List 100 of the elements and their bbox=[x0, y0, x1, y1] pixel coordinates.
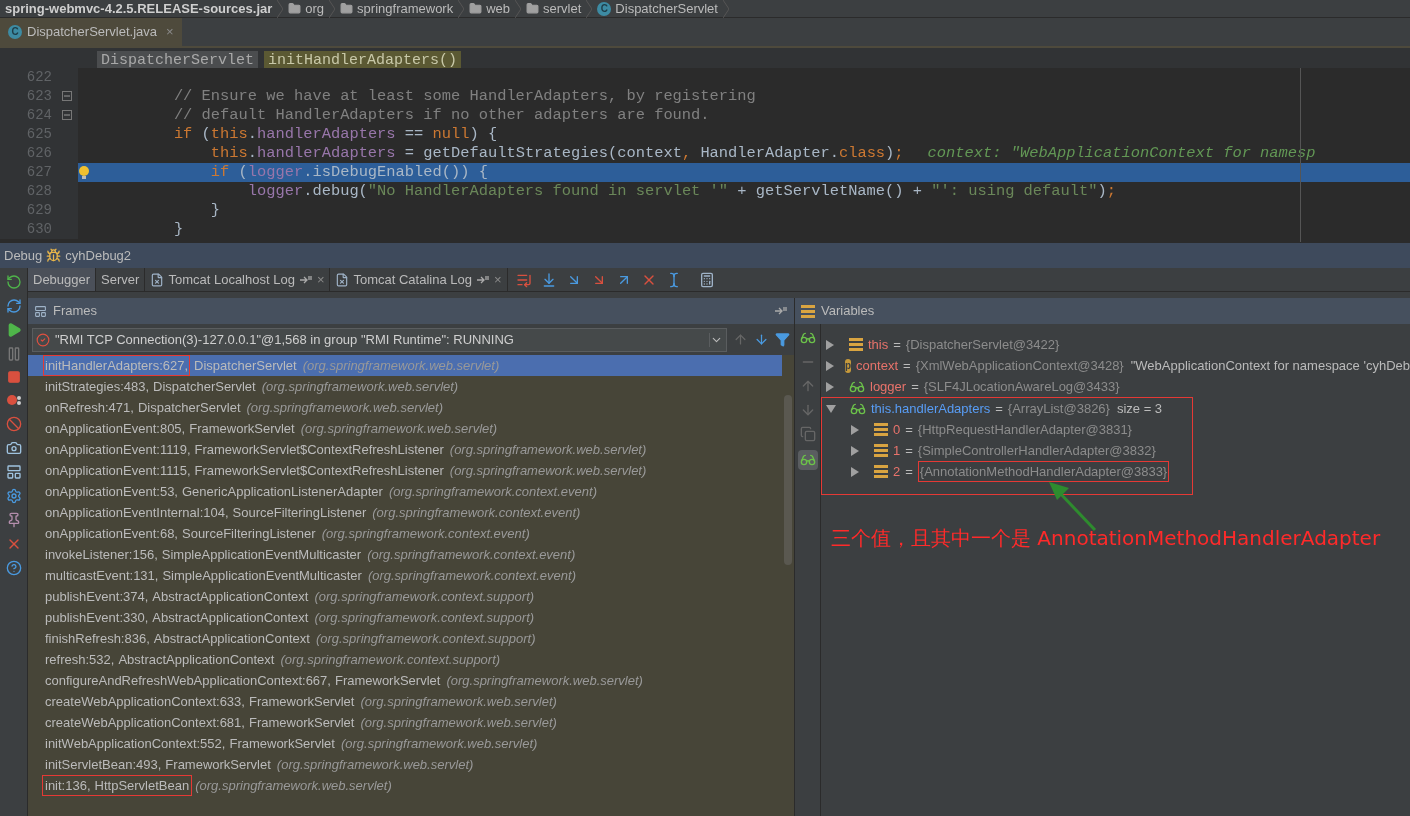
debug-tab[interactable]: Tomcat Catalina Log × bbox=[330, 268, 508, 291]
frame-package: (org.springframework.context.event) bbox=[372, 503, 581, 522]
camera-icon[interactable] bbox=[5, 440, 22, 456]
close-icon[interactable]: × bbox=[316, 269, 325, 290]
stack-frame[interactable]: invokeListener:156, SimpleApplicationEventMulticaster (org.springframework.context.event) bbox=[28, 544, 782, 565]
breadcrumb-item[interactable]: C DispatcherServlet bbox=[592, 0, 723, 17]
structure-path-item[interactable]: DispatcherServlet bbox=[97, 51, 259, 71]
stack-frame[interactable]: onApplicationEvent:1115, FrameworkServlet$ContextRefreshListener (org.springframework.web.servlet) bbox=[28, 460, 782, 481]
class-icon: C bbox=[597, 1, 612, 16]
expanded-arrow-icon[interactable] bbox=[826, 403, 836, 414]
collapsed-arrow-icon[interactable] bbox=[825, 360, 835, 371]
breadcrumb-item[interactable]: springframework bbox=[335, 0, 459, 17]
fold-marker-icon[interactable] bbox=[62, 91, 72, 101]
stack-frame[interactable]: multicastEvent:131, SimpleApplicationEventMulticaster (org.springframework.context.event) bbox=[28, 565, 782, 586]
close-icon[interactable]: × bbox=[166, 22, 174, 42]
stack-frame[interactable]: initStrategies:483, DispatcherServlet (org.springframework.web.servlet) bbox=[28, 376, 782, 397]
stack-frame[interactable]: refresh:532, AbstractApplicationContext (org.springframework.context.support) bbox=[28, 649, 782, 670]
frame-package: (org.springframework.web.servlet) bbox=[261, 377, 459, 396]
field-icon bbox=[849, 338, 863, 351]
breadcrumb-separator-icon bbox=[722, 0, 729, 18]
collapsed-arrow-icon[interactable] bbox=[825, 381, 835, 392]
folder-icon bbox=[340, 2, 354, 15]
stack-frame[interactable]: configureAndRefreshWebApplicationContext:667, FrameworkServlet (org.springframework.web.servlet) bbox=[28, 670, 782, 691]
variable-value: {ArrayList@3826} bbox=[1007, 399, 1110, 418]
stack-frame[interactable]: init:136, HttpServletBean (org.springframework.web.servlet) bbox=[28, 775, 782, 796]
frame-class: AbstractApplicationContext bbox=[152, 608, 309, 627]
structure-path-item[interactable]: initHandlerAdapters() bbox=[264, 51, 462, 71]
stack-frame[interactable]: finishRefresh:836, AbstractApplicationContext (org.springframework.context.support) bbox=[28, 628, 782, 649]
code-line: if (logger.isDebugEnabled()) { bbox=[209, 163, 488, 182]
filter-icon[interactable] bbox=[775, 332, 790, 347]
frame-class: FrameworkServlet bbox=[229, 734, 335, 753]
frame-class: FrameworkServlet bbox=[189, 419, 295, 438]
stack-frame[interactable]: createWebApplicationContext:633, FrameworkServlet (org.springframework.web.servlet) bbox=[28, 691, 782, 712]
breadcrumb-item[interactable]: org bbox=[283, 0, 330, 17]
fold-marker-icon[interactable] bbox=[62, 110, 72, 120]
watches-toggle[interactable] bbox=[797, 450, 818, 470]
evaluate-icon[interactable] bbox=[698, 271, 715, 288]
stop-icon[interactable] bbox=[6, 370, 21, 384]
collapsed-arrow-icon[interactable] bbox=[850, 445, 860, 456]
frame-method: initServletBean:493, bbox=[45, 755, 162, 774]
lightbulb-icon[interactable] bbox=[78, 164, 90, 181]
frame-method: init:136, bbox=[45, 776, 91, 795]
code-line: // default HandlerAdapters if no other adapters are found. bbox=[172, 106, 710, 125]
breadcrumb-item[interactable]: servlet bbox=[521, 0, 587, 17]
stack-frame[interactable]: onApplicationEvent:53, GenericApplicationListenerAdapter (org.springframework.context.event) bbox=[28, 481, 782, 502]
refresh-icon[interactable] bbox=[5, 298, 22, 314]
new-watch-icon[interactable] bbox=[799, 330, 816, 346]
breadcrumb-item[interactable]: web bbox=[464, 0, 516, 17]
panel-title: Frames bbox=[53, 302, 98, 321]
debug-tab[interactable]: Tomcat Localhost Log × bbox=[145, 268, 331, 291]
help-icon[interactable] bbox=[5, 560, 22, 576]
variable-value: {SLF4JLocationAwareLog@3433} bbox=[923, 377, 1120, 396]
frame-method: initStrategies:483, bbox=[45, 377, 150, 396]
settings-icon[interactable] bbox=[5, 488, 22, 504]
variable-detail: "WebApplicationContext for namespace 'cyhDeb bbox=[1130, 356, 1410, 375]
scrollbar-thumb[interactable] bbox=[784, 395, 792, 565]
next-frame-icon[interactable] bbox=[754, 332, 769, 347]
frame-class: SimpleApplicationEventMulticaster bbox=[161, 545, 362, 564]
frame-method: finishRefresh:836, bbox=[45, 629, 150, 648]
breadcrumb-separator-icon bbox=[515, 0, 522, 18]
frame-package: (org.springframework.web.servlet) bbox=[360, 692, 557, 711]
log-icon bbox=[335, 272, 350, 287]
rerun-icon[interactable] bbox=[5, 274, 22, 290]
close-icon[interactable]: × bbox=[494, 269, 502, 290]
frame-class: AbstractApplicationContext bbox=[118, 650, 275, 669]
breadcrumb-item[interactable]: spring-webmvc-4.2.5.RELEASE-sources.jar bbox=[0, 0, 278, 17]
stack-frame[interactable]: initHandlerAdapters:627, DispatcherServlet (org.springframework.web.servlet) bbox=[28, 355, 782, 376]
pin-tab-icon bbox=[476, 274, 490, 285]
stack-frame[interactable]: initServletBean:493, FrameworkServlet (org.springframework.web.servlet) bbox=[28, 754, 782, 775]
debug-tab[interactable]: Server bbox=[96, 268, 146, 291]
mute-breakpoints-icon[interactable] bbox=[5, 416, 22, 432]
collapsed-arrow-icon[interactable] bbox=[850, 466, 860, 477]
frame-package: (org.springframework.context.event) bbox=[388, 482, 597, 501]
stack-frame[interactable]: onApplicationEvent:68, SourceFilteringListener (org.springframework.context.event) bbox=[28, 523, 782, 544]
copy-icon[interactable] bbox=[799, 426, 816, 442]
tool-window-title: Debug bbox=[4, 246, 43, 265]
collapsed-arrow-icon[interactable] bbox=[850, 424, 860, 435]
frame-method: initWebApplicationContext:552, bbox=[45, 734, 226, 753]
stack-frame[interactable]: onApplicationEventInternal:104, SourceFilteringListener (org.springframework.context.event) bbox=[28, 502, 782, 523]
breakpoints-icon[interactable] bbox=[5, 392, 22, 408]
stack-frame[interactable]: onRefresh:471, DispatcherServlet (org.springframework.web.servlet) bbox=[28, 397, 782, 418]
class-icon: C bbox=[8, 25, 22, 39]
variable-name: this.handlerAdapters bbox=[871, 399, 991, 418]
stack-frame[interactable]: createWebApplicationContext:681, FrameworkServlet (org.springframework.web.servlet) bbox=[28, 712, 782, 733]
frame-method: onRefresh:471, bbox=[45, 398, 134, 417]
frame-method: refresh:532, bbox=[45, 650, 115, 669]
stack-frame[interactable]: publishEvent:330, AbstractApplicationContext (org.springframework.context.support) bbox=[28, 607, 782, 628]
stack-frame[interactable]: onApplicationEvent:1119, FrameworkServlet$ContextRefreshListener (org.springframework.web.servlet) bbox=[28, 439, 782, 460]
collapsed-arrow-icon[interactable] bbox=[825, 339, 835, 350]
frame-method: multicastEvent:131, bbox=[45, 566, 159, 585]
layout-icon[interactable] bbox=[5, 464, 22, 480]
thread-dropdown[interactable]: "RMI TCP Connection(3)-127.0.0.1"@1,568 in group "RMI Runtime": RUNNING bbox=[32, 327, 727, 352]
stack-frame[interactable]: onApplicationEvent:805, FrameworkServlet (org.springframework.web.servlet) bbox=[28, 418, 782, 439]
frame-class: FrameworkServlet bbox=[248, 713, 355, 732]
stack-frame[interactable]: initWebApplicationContext:552, FrameworkServlet (org.springframework.web.servlet) bbox=[28, 733, 782, 754]
debug-tab[interactable]: Debugger bbox=[28, 268, 97, 291]
equals-sign: = bbox=[905, 420, 913, 439]
previous-frame-icon[interactable] bbox=[733, 332, 748, 347]
editor-tab[interactable]: C DispatcherServlet.java × bbox=[0, 18, 182, 46]
stack-frame[interactable]: publishEvent:374, AbstractApplicationContext (org.springframework.context.support) bbox=[28, 586, 782, 607]
